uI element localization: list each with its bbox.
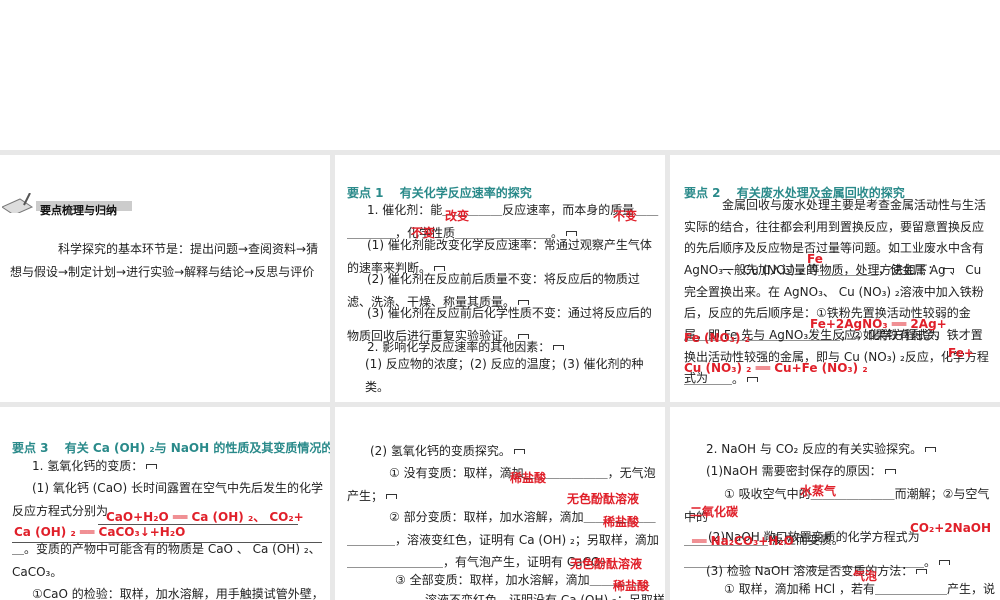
slide-naoh-test[interactable]: 2. NaOH 与 CO₂ 反应的有关实验探究。 (1)NaOH 需要密封保存的… — [670, 407, 1000, 600]
answer-eq2-part1: Fe+ — [948, 346, 974, 360]
audio-marker-icon — [884, 469, 896, 474]
products: ＿。变质的产物中可能含有的物质是 CaO 、 Ca (OH) ₂、CaCO₃。 — [12, 542, 321, 579]
audio-marker-icon — [939, 560, 951, 565]
slide-summary[interactable]: 要点梳理与归纳 科学探究的基本环节是：提出问题→查阅资料→猜想与假设→制定计划→… — [0, 155, 330, 402]
naoh-test-method: (3) 检验 NaOH 溶液是否变质的方法： — [706, 562, 928, 580]
slide-caoh-test[interactable]: (2) 氢氧化钙的变质探究。 ① 没有变质：取样，滴加＿＿＿＿＿＿＿，无气泡产生… — [335, 407, 665, 600]
slide-point-3[interactable]: 要点 3 有关 Ca (OH) ₂与 NaOH 的性质及其变质情况的探究 1. … — [0, 407, 330, 600]
answer-naoh-eq2: ══ Na₂CO₃+H₂O — [692, 534, 794, 548]
answer-water-vapor: 水蒸气 — [800, 484, 837, 498]
caoh-deterioration: 1. 氢氧化钙的变质： — [32, 455, 158, 478]
slide-point-1[interactable]: 要点 1 有关化学反应速率的探究 1. 催化剂：能＿＿＿＿＿反应速率，而本身的质… — [335, 155, 665, 402]
answer-bubbles: 气泡 — [853, 569, 878, 583]
audio-marker-icon — [916, 569, 928, 574]
audio-marker-icon — [747, 377, 759, 382]
answer-dilute-hcl-3: 稀盐酸 — [613, 579, 650, 593]
answer-unchanged-mass: 不变 — [613, 209, 638, 223]
answer-cao-eq2: Ca (OH) ₂ ══ CaCO₃↓+H₂O — [14, 525, 186, 539]
audio-marker-icon — [925, 447, 937, 452]
naoh-heading: 2. NaOH 与 CO₂ 反应的有关实验探究。 — [706, 438, 937, 461]
answer-phenolphthalein-2: 无色酚酞溶液 — [570, 557, 643, 571]
audio-marker-icon — [386, 493, 398, 499]
answer-dilute-hcl-2: 稀盐酸 — [603, 515, 640, 529]
audio-marker-icon — [553, 345, 565, 350]
cao-test: ①CaO 的检验：取样，加水溶解，用手触摸试管外壁， — [32, 587, 324, 600]
naoh-seal-reason: (1)NaOH 需要密封保存的原因： — [706, 460, 896, 483]
answer-phenolphthalein-1: 无色酚酞溶液 — [567, 492, 640, 506]
answer-cao-eq1: CaO+H₂O ══ Ca (OH) ₂、 CO₂+ — [106, 510, 304, 524]
answer-unchanged-property: 不变 — [411, 226, 436, 240]
answer-dilute-hcl-1: 稀盐酸 — [510, 471, 547, 485]
summary-text: 科学探究的基本环节是：提出问题→查阅资料→猜想与假设→制定计划→进行实验→解释与… — [10, 242, 319, 279]
answer-change: 改变 — [445, 209, 470, 223]
audio-marker-icon — [146, 464, 158, 469]
answer-eq1-part2: Fe (NO₃) ₂ — [684, 331, 750, 345]
point-3-title: 要点 3 有关 Ca (OH) ₂与 NaOH 的性质及其变质情况的探究 — [12, 441, 330, 455]
answer-co2: 二氧化碳 — [690, 505, 739, 519]
summary-banner: 要点梳理与归纳 — [40, 204, 117, 217]
caoh-test-heading: (2) 氢氧化钙的变质探究。 — [370, 440, 525, 463]
answer-naoh-eq1: CO₂+2NaOH — [910, 521, 992, 535]
audio-marker-icon — [513, 449, 525, 454]
answer-eq1-part1: Fe+2AgNO₃ ══ 2Ag+ — [810, 317, 947, 331]
other-factors-list: (1) 反应物的浓度；(2) 反应的温度；(3) 催化剂的种类。 — [365, 357, 644, 394]
answer-fe: Fe — [807, 252, 823, 266]
slide-point-2[interactable]: 要点 2 有关废水处理及金属回收的探究 金属回收与废水处理主要是考查金属活动性与… — [670, 155, 1000, 402]
answer-eq2-part2: Cu (NO₃) ₂ ══ Cu+Fe (NO₃) ₂ — [684, 361, 868, 375]
